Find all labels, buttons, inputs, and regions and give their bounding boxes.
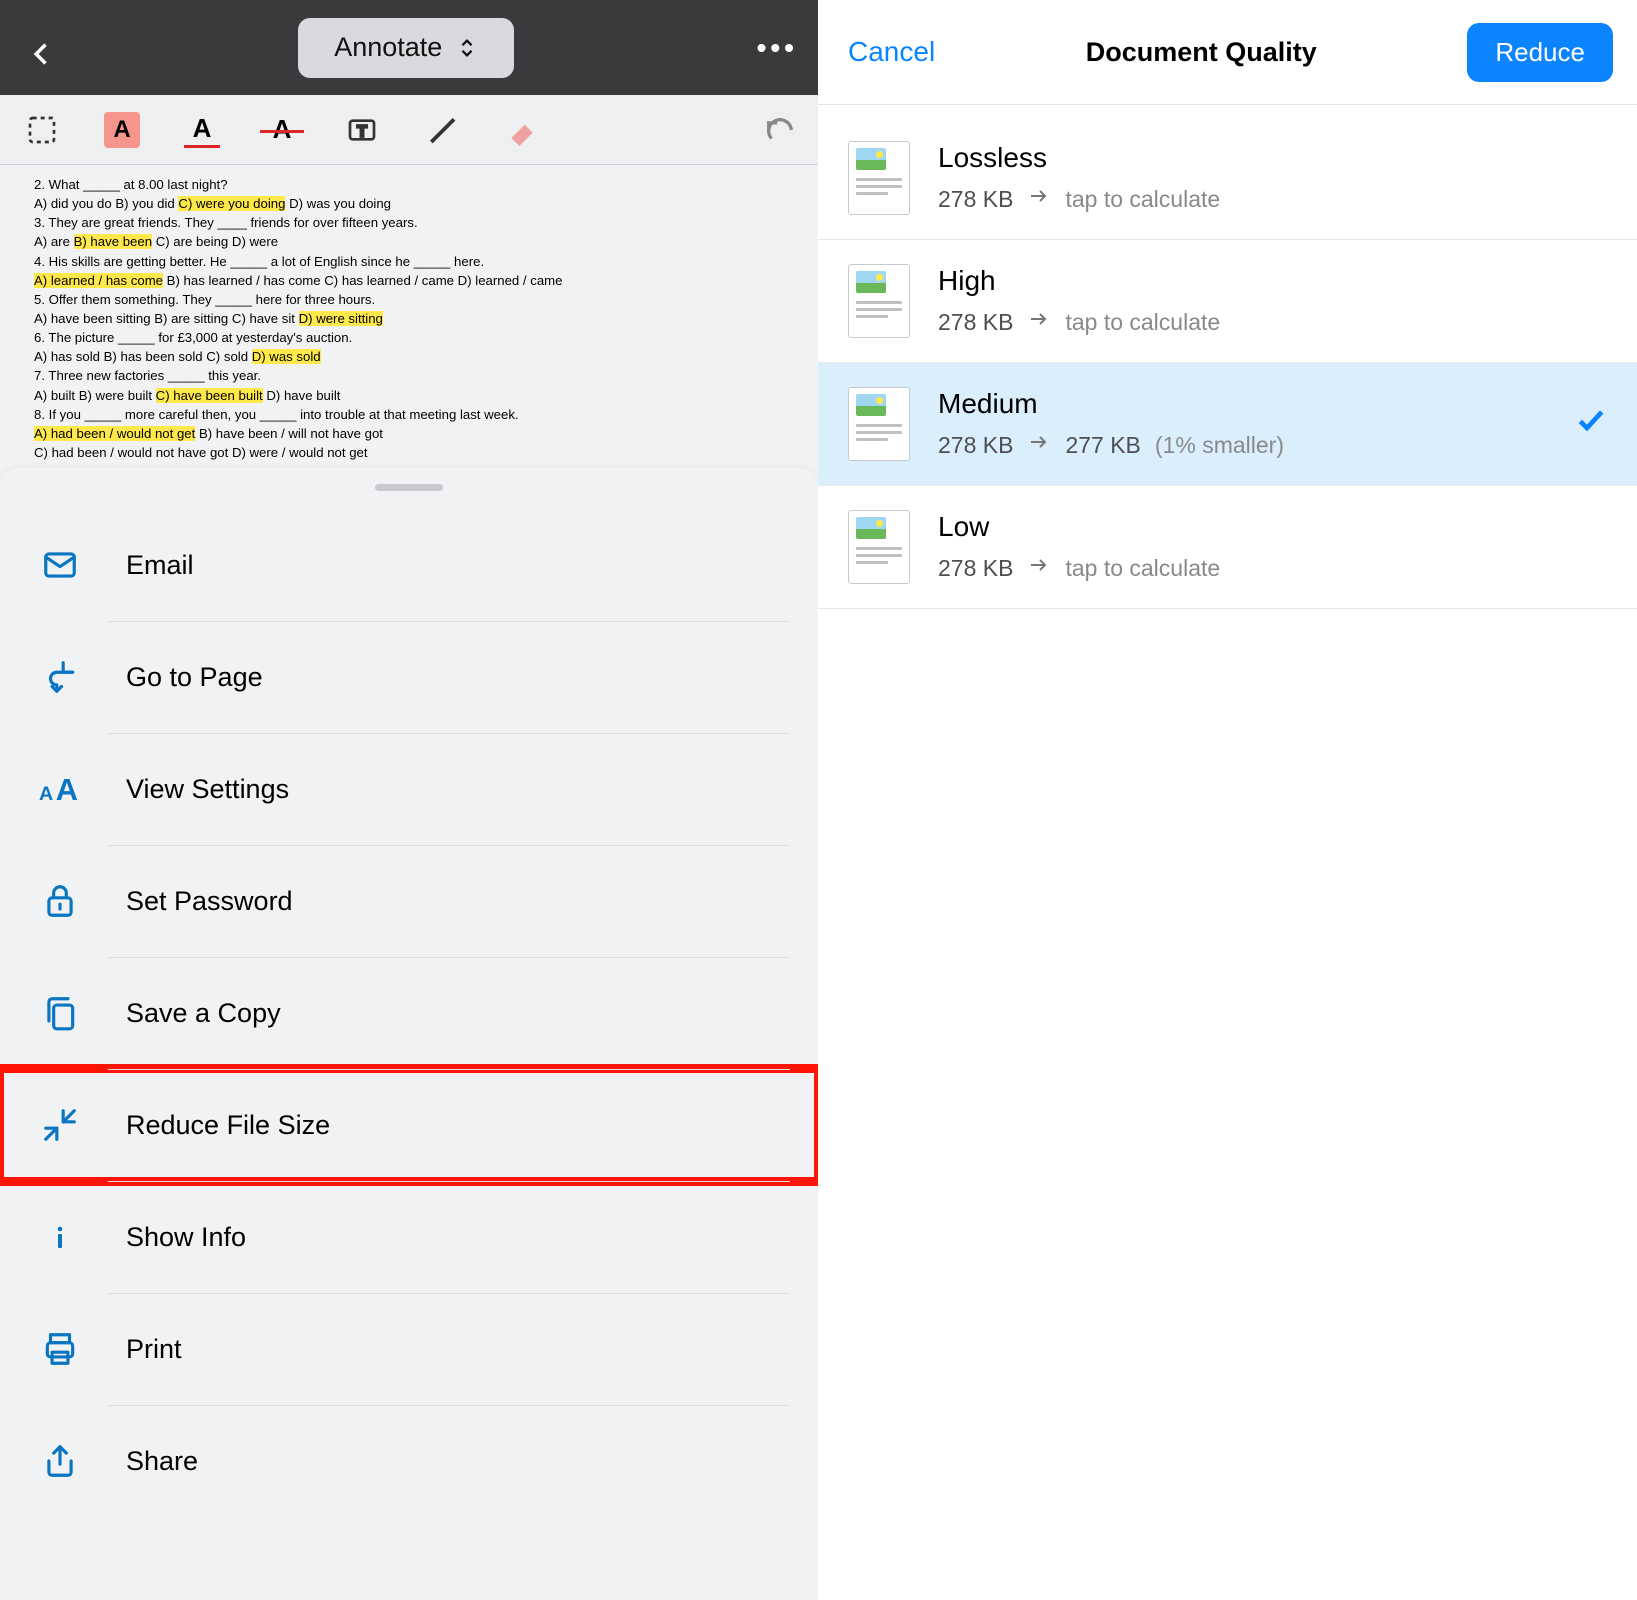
check-icon [1575, 404, 1607, 444]
more-button[interactable]: ••• [757, 32, 798, 64]
quality-name: Low [938, 511, 1607, 543]
highlight-text-icon[interactable]: A [104, 112, 140, 148]
mode-selector[interactable]: Annotate [298, 18, 514, 78]
document-preview[interactable]: 2. What _____ at 8.00 last night?A) did … [0, 165, 818, 466]
sheet-grabber[interactable] [375, 484, 443, 491]
quality-list: Lossless 278 KBtap to calculate High 278 KB… [818, 105, 1637, 621]
doc-line: A) learned / has come B) has learned / h… [34, 271, 790, 290]
menu-item-show-info[interactable]: Show Info [0, 1181, 818, 1293]
doc-line: 7. Three new factories _____ this year. [34, 366, 790, 385]
email-icon [38, 543, 82, 587]
quality-detail: 278 KB277 KB(1% smaller) [938, 430, 1547, 460]
highlight: D) were sitting [299, 311, 383, 326]
updown-icon [456, 37, 478, 59]
quality-navbar: Cancel Document Quality Reduce [818, 0, 1637, 105]
quality-detail: 278 KBtap to calculate [938, 307, 1607, 337]
menu-item-label: Set Password [126, 886, 293, 917]
menu-item-label: Save a Copy [126, 998, 281, 1029]
doc-line: 5. Offer them something. They _____ here… [34, 290, 790, 309]
arrow-icon [1027, 553, 1051, 583]
info-icon [38, 1215, 82, 1259]
menu-item-email[interactable]: Email [0, 509, 818, 621]
highlight: B) have been [74, 234, 152, 249]
quality-item-medium[interactable]: Medium 278 KB277 KB(1% smaller) [818, 363, 1637, 486]
menu-item-save-a-copy[interactable]: Save a Copy [0, 957, 818, 1069]
eraser-icon[interactable] [504, 112, 540, 148]
menu-item-label: Go to Page [126, 662, 263, 693]
doc-line: A) did you do B) you did C) were you doi… [34, 194, 790, 213]
underline-icon[interactable]: A [184, 112, 220, 148]
copy-icon [38, 991, 82, 1035]
mode-label: Annotate [334, 32, 442, 63]
action-sheet: Email Go to Page AA View Settings Set Passwo… [0, 468, 818, 1600]
quality-item-high[interactable]: High 278 KBtap to calculate [818, 240, 1637, 363]
reduce-icon [38, 1103, 82, 1147]
pen-icon[interactable] [424, 112, 460, 148]
print-icon [38, 1327, 82, 1371]
doc-line: A) had been / would not get B) have been… [34, 424, 790, 443]
quality-detail: 278 KBtap to calculate [938, 184, 1607, 214]
highlight: D) was sold [252, 349, 321, 364]
highlight: A) had been / would not get [34, 426, 195, 441]
thumbnail-icon [848, 141, 910, 215]
menu-item-set-password[interactable]: Set Password [0, 845, 818, 957]
svg-text:T: T [357, 123, 367, 140]
doc-line: 3. They are great friends. They ____ fri… [34, 213, 790, 232]
quality-name: Lossless [938, 142, 1607, 174]
menu-item-label: Email [126, 550, 194, 581]
doc-line: C) had been / would not have got D) were… [34, 443, 790, 462]
quality-name: High [938, 265, 1607, 297]
undo-icon[interactable] [762, 112, 798, 148]
annotate-toolbar: A A A T [0, 95, 818, 165]
thumbnail-icon [848, 387, 910, 461]
thumbnail-icon [848, 510, 910, 584]
lock-icon [38, 879, 82, 923]
doc-line: A) have been sitting B) are sitting C) h… [34, 309, 790, 328]
quality-item-lossless[interactable]: Lossless 278 KBtap to calculate [818, 117, 1637, 240]
menu-item-label: Show Info [126, 1222, 246, 1253]
quality-title: Document Quality [1086, 37, 1317, 68]
menu-item-label: Print [126, 1334, 182, 1365]
menu-item-go-to-page[interactable]: Go to Page [0, 621, 818, 733]
topbar: Annotate ••• [0, 0, 818, 95]
svg-text:A: A [56, 772, 78, 807]
arrow-icon [1027, 307, 1051, 337]
menu-item-reduce-file-size[interactable]: Reduce File Size [0, 1069, 818, 1181]
select-tool-icon[interactable] [24, 112, 60, 148]
arrow-icon [1027, 430, 1051, 460]
arrow-icon [1027, 184, 1051, 214]
highlight: C) have been built [156, 388, 263, 403]
share-icon [38, 1439, 82, 1483]
viewsettings-icon: AA [38, 767, 82, 811]
textbox-icon[interactable]: T [344, 112, 380, 148]
menu-item-label: Reduce File Size [126, 1110, 330, 1141]
reduce-button[interactable]: Reduce [1467, 23, 1613, 82]
quality-name: Medium [938, 388, 1547, 420]
back-button[interactable] [28, 34, 56, 62]
doc-line: 4. His skills are getting better. He ___… [34, 252, 790, 271]
strikethrough-icon[interactable]: A [264, 112, 300, 148]
left-panel: Annotate ••• A A A T 2. What _____ at 8.… [0, 0, 818, 1600]
doc-line: 8. If you _____ more careful then, you _… [34, 405, 790, 424]
menu-item-share[interactable]: Share [0, 1405, 818, 1517]
doc-line: 6. The picture _____ for £3,000 at yeste… [34, 328, 790, 347]
quality-detail: 278 KBtap to calculate [938, 553, 1607, 583]
menu-item-label: View Settings [126, 774, 289, 805]
quality-item-low[interactable]: Low 278 KBtap to calculate [818, 486, 1637, 609]
menu-item-view-settings[interactable]: AA View Settings [0, 733, 818, 845]
highlight: A) learned / has come [34, 273, 163, 288]
doc-line: 2. What _____ at 8.00 last night? [34, 175, 790, 194]
menu-item-print[interactable]: Print [0, 1293, 818, 1405]
thumbnail-icon [848, 264, 910, 338]
doc-line: A) are B) have been C) are being D) were [34, 232, 790, 251]
right-panel: Cancel Document Quality Reduce Lossless 2… [818, 0, 1637, 1600]
highlight: C) were you doing [178, 196, 285, 211]
cancel-button[interactable]: Cancel [848, 36, 935, 68]
svg-text:A: A [39, 783, 53, 805]
goto-icon [38, 655, 82, 699]
doc-line: A) has sold B) has been sold C) sold D) … [34, 347, 790, 366]
menu-item-label: Share [126, 1446, 198, 1477]
doc-line: A) built B) were built C) have been buil… [34, 386, 790, 405]
